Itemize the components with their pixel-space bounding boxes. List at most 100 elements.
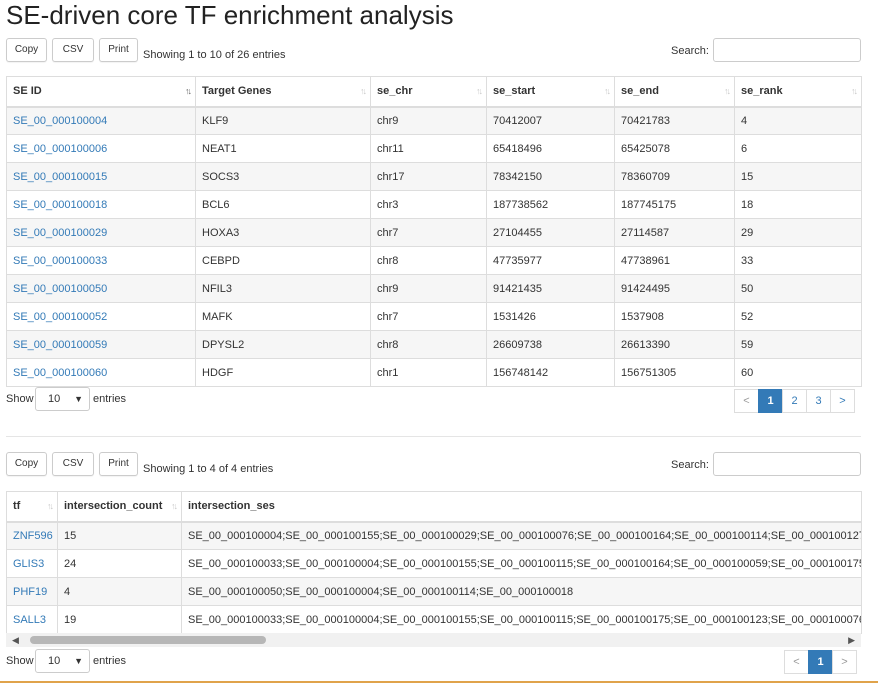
cell: CEBPD xyxy=(195,246,371,275)
print-button[interactable]: Print xyxy=(99,38,138,62)
previous-page-button[interactable]: < xyxy=(734,389,759,413)
pagination: < 1 2 3 > xyxy=(734,389,855,413)
cell: NFIL3 xyxy=(195,274,371,303)
column-header-intersection-ses[interactable]: intersection_ses xyxy=(181,491,862,523)
sort-icon: ↑↓ xyxy=(47,501,54,511)
copy-button[interactable]: Copy xyxy=(6,452,47,476)
se-id-link[interactable]: SE_00_000100059 xyxy=(13,339,107,351)
cell: 78342150 xyxy=(486,162,615,191)
cell: chr9 xyxy=(370,274,487,303)
cell: 1537908 xyxy=(614,302,735,331)
table-row: SE_00_000100018 BCL6 chr3 187738562 1877… xyxy=(6,190,862,219)
section-divider xyxy=(6,436,861,437)
scrollbar-thumb[interactable] xyxy=(30,636,266,644)
cell: 60 xyxy=(734,358,862,387)
page-length-select[interactable]: 10 ▼ xyxy=(35,387,90,411)
se-id-link[interactable]: SE_00_000100004 xyxy=(13,115,107,127)
column-header-se-chr[interactable]: se_chr ↑↓ xyxy=(370,76,487,108)
page-1-button[interactable]: 1 xyxy=(758,389,783,413)
page-2-button[interactable]: 2 xyxy=(782,389,807,413)
chevron-down-icon: ▼ xyxy=(74,656,83,666)
cell: 156751305 xyxy=(614,358,735,387)
tf-link[interactable]: SALL3 xyxy=(13,614,46,626)
se-id-link[interactable]: SE_00_000100060 xyxy=(13,367,107,379)
next-page-button[interactable]: > xyxy=(830,389,855,413)
table-row: SE_00_000100015 SOCS3 chr17 78342150 783… xyxy=(6,162,862,191)
table-row: SE_00_000100060 HDGF chr1 156748142 1567… xyxy=(6,358,862,387)
se-id-link[interactable]: SE_00_000100052 xyxy=(13,311,107,323)
cell: SE_00_000100050;SE_00_000100004;SE_00_00… xyxy=(181,577,862,606)
cell: BCL6 xyxy=(195,190,371,219)
search-input[interactable] xyxy=(713,452,861,476)
cell: 24 xyxy=(57,549,182,578)
cell: chr3 xyxy=(370,190,487,219)
cell: 27114587 xyxy=(614,218,735,247)
cell: 27104455 xyxy=(486,218,615,247)
cell: HDGF xyxy=(195,358,371,387)
page-length-select[interactable]: 10 ▼ xyxy=(35,649,90,673)
search-input[interactable] xyxy=(713,38,861,62)
cell: 15 xyxy=(57,521,182,550)
column-header-se-start[interactable]: se_start ↑↓ xyxy=(486,76,615,108)
se-id-link[interactable]: SE_00_000100015 xyxy=(13,171,107,183)
table-row: GLIS3 24 SE_00_000100033;SE_00_000100004… xyxy=(6,549,862,578)
table-row: SE_00_000100052 MAFK chr7 1531426 153790… xyxy=(6,302,862,331)
se-id-link[interactable]: SE_00_000100006 xyxy=(13,143,107,155)
cell: chr9 xyxy=(370,106,487,135)
cell: 6 xyxy=(734,134,862,163)
scroll-right-icon[interactable]: ▶ xyxy=(848,635,855,646)
column-header-se-id[interactable]: SE ID ↑↓ xyxy=(6,76,196,108)
cell: SE_00_000100033;SE_00_000100004;SE_00_00… xyxy=(181,549,862,578)
table-row: SE_00_000100029 HOXA3 chr7 27104455 2711… xyxy=(6,218,862,247)
cell: 33 xyxy=(734,246,862,275)
cell: 4 xyxy=(734,106,862,135)
tf-link[interactable]: GLIS3 xyxy=(13,558,44,570)
print-button[interactable]: Print xyxy=(99,452,138,476)
previous-page-button[interactable]: < xyxy=(784,650,809,674)
page-1-button[interactable]: 1 xyxy=(808,650,833,674)
sort-icon: ↑↓ xyxy=(360,86,367,96)
table-info: Showing 1 to 10 of 26 entries xyxy=(143,49,286,61)
cell: 19 xyxy=(57,605,182,634)
column-header-intersection-count[interactable]: intersection_count ↑↓ xyxy=(57,491,182,523)
cell: 47738961 xyxy=(614,246,735,275)
horizontal-scrollbar[interactable]: ◀ ▶ xyxy=(6,633,861,647)
sort-icon: ↑↓ xyxy=(171,501,178,511)
column-header-target-genes[interactable]: Target Genes ↑↓ xyxy=(195,76,371,108)
csv-button[interactable]: CSV xyxy=(52,38,94,62)
se-id-link[interactable]: SE_00_000100018 xyxy=(13,199,107,211)
entries-label: entries xyxy=(93,655,127,667)
table-row: PHF19 4 SE_00_000100050;SE_00_000100004;… xyxy=(6,577,862,606)
se-id-link[interactable]: SE_00_000100050 xyxy=(13,283,107,295)
cell: 18 xyxy=(734,190,862,219)
column-header-se-rank[interactable]: se_rank ↑↓ xyxy=(734,76,862,108)
page-3-button[interactable]: 3 xyxy=(806,389,831,413)
cell: SE_00_000100033;SE_00_000100004;SE_00_00… xyxy=(181,605,862,634)
search-label: Search: xyxy=(671,45,709,57)
cell: 65418496 xyxy=(486,134,615,163)
pagination: < 1 > xyxy=(784,650,857,674)
cell: SOCS3 xyxy=(195,162,371,191)
sort-icon: ↑↓ xyxy=(724,86,731,96)
se-id-link[interactable]: SE_00_000100029 xyxy=(13,227,107,239)
se-id-link[interactable]: SE_00_000100033 xyxy=(13,255,107,267)
column-header-tf[interactable]: tf ↑↓ xyxy=(6,491,58,523)
tf-link[interactable]: ZNF596 xyxy=(13,530,53,542)
entries-label: entries xyxy=(93,393,127,405)
scroll-left-icon[interactable]: ◀ xyxy=(12,635,19,646)
cell: 65425078 xyxy=(614,134,735,163)
csv-button[interactable]: CSV xyxy=(52,452,94,476)
page-title: SE-driven core TF enrichment analysis xyxy=(6,0,454,30)
se-table: SE ID ↑↓ Target Genes ↑↓ se_chr ↑↓ se_start… xyxy=(6,76,862,387)
column-header-se-end[interactable]: se_end ↑↓ xyxy=(614,76,735,108)
tf-link[interactable]: PHF19 xyxy=(13,586,47,598)
cell: NEAT1 xyxy=(195,134,371,163)
table-header-row: tf ↑↓ intersection_count ↑↓ intersection_s… xyxy=(6,491,862,523)
cell: 47735977 xyxy=(486,246,615,275)
copy-button[interactable]: Copy xyxy=(6,38,47,62)
cell: 26609738 xyxy=(486,330,615,359)
sort-icon: ↑↓ xyxy=(476,86,483,96)
cell: 15 xyxy=(734,162,862,191)
sort-icon: ↑↓ xyxy=(604,86,611,96)
next-page-button[interactable]: > xyxy=(832,650,857,674)
